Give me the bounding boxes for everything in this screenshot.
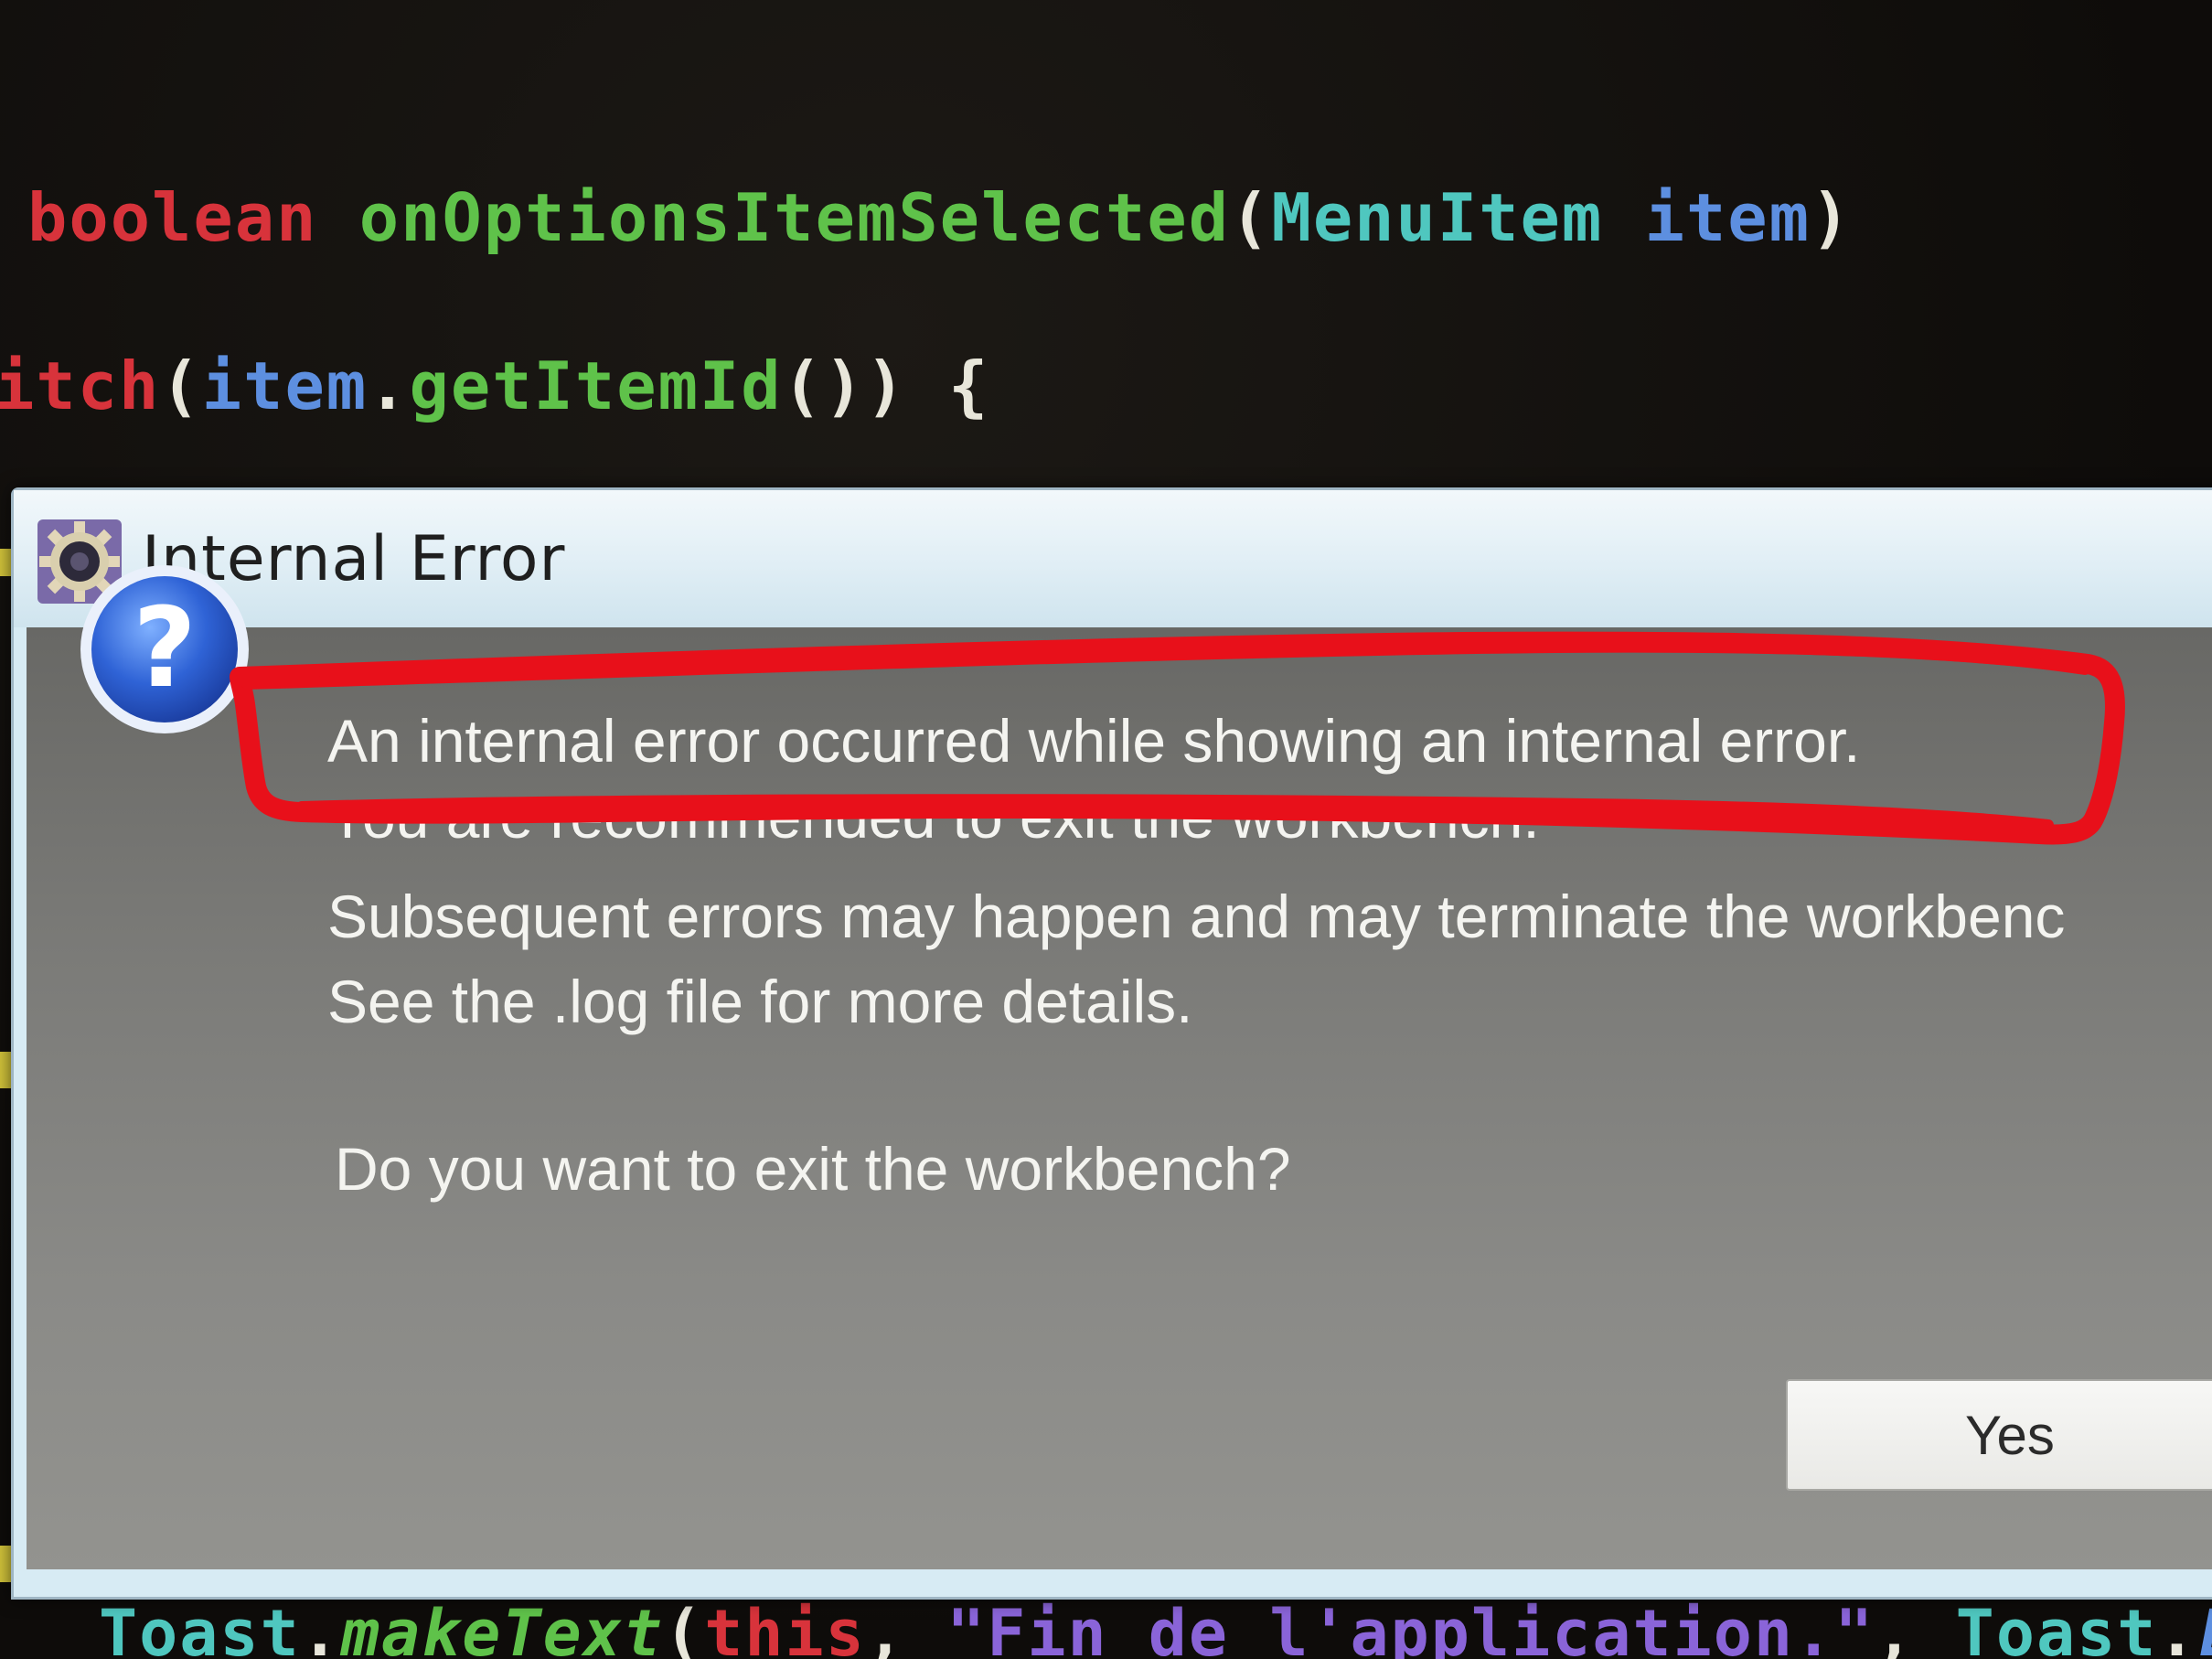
code-method-name: onOptionsItemSelected (358, 179, 1231, 256)
svg-text:?: ? (133, 585, 197, 712)
code-param-type: MenuItem (1271, 179, 1604, 256)
code-variable: item (201, 348, 369, 424)
error-message-line2-clip: You are recommended to exit the workbenc… (325, 817, 2212, 855)
code-line-toast: Toast.makeText(this, "Fin de l'applicati… (99, 1596, 2212, 1659)
code-punctuation: ()) { (782, 348, 990, 424)
error-message-line2: You are recommended to exit the workbenc… (327, 817, 1540, 851)
question-icon: ? (75, 560, 254, 739)
error-message-line4: See the .log file for more details. (327, 968, 1193, 1035)
code-keyword: itch (0, 348, 161, 424)
code-punctuation: ) (1811, 179, 1853, 256)
exit-question: Do you want to exit the workbench? (335, 1135, 1291, 1203)
code-punctuation: . (2157, 1596, 2198, 1659)
error-message-line3: Subsequent errors may happen and may ter… (327, 883, 2066, 950)
code-punctuation: ( (664, 1596, 705, 1659)
code-class-name: Toast (99, 1596, 301, 1659)
code-punctuation: ( (1230, 179, 1272, 256)
code-punctuation: , (865, 1596, 947, 1659)
screen: boolean onOptionsItemSelected(MenuItem i… (0, 0, 2212, 1659)
code-line-switch: itch(item.getItemId()) { (0, 348, 989, 424)
code-method-name: getItemId (409, 348, 783, 424)
code-constant: LENG (2198, 1596, 2212, 1659)
code-string: "Fin de l'application." (946, 1596, 1875, 1659)
code-method-name: makeText (340, 1596, 665, 1659)
code-punctuation: . (300, 1596, 341, 1659)
code-punctuation: ( (160, 348, 202, 424)
code-punctuation: , (1875, 1596, 1956, 1659)
code-punctuation: . (368, 348, 410, 424)
yes-button-label: Yes (1965, 1404, 2055, 1466)
yes-button[interactable]: Yes (1786, 1379, 2212, 1491)
code-keyword: this (704, 1596, 866, 1659)
code-keyword: boolean (27, 179, 318, 256)
dialog-bottom-frame (14, 1569, 2212, 1597)
error-message-line1: An internal error occurred while showing… (327, 707, 1861, 775)
code-class-name: Toast (1955, 1596, 2158, 1659)
code-param-name: item (1644, 179, 1811, 256)
dialog-titlebar[interactable]: Internal Error (14, 490, 2212, 627)
code-line-method-signature: boolean onOptionsItemSelected(MenuItem i… (27, 179, 1852, 256)
